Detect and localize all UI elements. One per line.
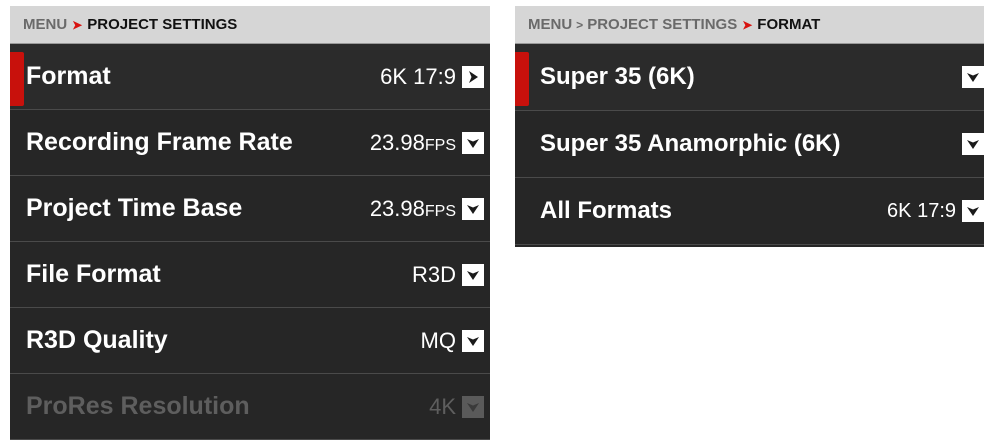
project-settings-panel: MENU ➤ PROJECT SETTINGS Format 6K 17:9 R…	[10, 6, 490, 440]
menu-item-label: R3D Quality	[26, 326, 168, 354]
breadcrumb-current: FORMAT	[757, 16, 821, 33]
chevron-down-icon[interactable]	[462, 197, 484, 220]
format-item-label: All Formats	[540, 197, 673, 224]
breadcrumb-project-settings[interactable]: PROJECT SETTINGS	[587, 16, 737, 33]
selection-marker	[515, 52, 529, 106]
menu-item-label: ProRes Resolution	[26, 392, 250, 420]
format-item-super35-6k[interactable]: Super 35 (6K)	[515, 44, 984, 111]
menu-item-value: R3D	[411, 261, 456, 287]
breadcrumb-separator-icon: ➤	[742, 17, 753, 32]
selection-marker	[10, 52, 24, 106]
menu-item-recording-frame-rate[interactable]: Recording Frame Rate 23.98FPS	[10, 110, 490, 176]
format-item-all-formats[interactable]: All Formats 6K 17:9	[515, 178, 984, 245]
breadcrumb-menu[interactable]: MENU	[528, 16, 572, 33]
format-item-label: Super 35 (6K)	[540, 63, 695, 90]
menu-item-prores-resolution: ProRes Resolution 4K	[10, 374, 490, 440]
chevron-right-icon[interactable]	[462, 65, 484, 88]
format-item-value: 6K 17:9	[887, 199, 956, 222]
breadcrumb-separator-icon: >	[576, 17, 584, 32]
menu-item-value: 6K 17:9	[380, 63, 456, 89]
format-panel: MENU > PROJECT SETTINGS ➤ FORMAT Super 3…	[515, 6, 984, 247]
chevron-down-icon[interactable]	[962, 200, 984, 222]
menu-item-r3d-quality[interactable]: R3D Quality MQ	[10, 308, 490, 374]
menu-item-format[interactable]: Format 6K 17:9	[10, 44, 490, 110]
menu-item-value: 4K	[429, 393, 456, 419]
menu-item-label: Recording Frame Rate	[26, 128, 293, 156]
format-item-label: Super 35 Anamorphic (6K)	[540, 130, 841, 157]
chevron-down-icon[interactable]	[462, 131, 484, 154]
menu-item-value: MQ	[420, 327, 456, 353]
menu-item-label: Format	[26, 62, 111, 90]
format-item-super35-anamorphic[interactable]: Super 35 Anamorphic (6K)	[515, 111, 984, 178]
menu-item-project-time-base[interactable]: Project Time Base 23.98FPS	[10, 176, 490, 242]
breadcrumb-menu[interactable]: MENU	[23, 16, 67, 33]
chevron-down-icon[interactable]	[462, 263, 484, 286]
chevron-down-icon[interactable]	[462, 329, 484, 352]
breadcrumb-current: PROJECT SETTINGS	[87, 16, 238, 33]
chevron-down-icon[interactable]	[962, 66, 984, 88]
breadcrumb-separator-icon: ➤	[72, 17, 83, 32]
menu-item-label: File Format	[26, 260, 161, 288]
breadcrumb: MENU ➤ PROJECT SETTINGS	[10, 6, 490, 44]
menu-item-file-format[interactable]: File Format R3D	[10, 242, 490, 308]
chevron-down-icon	[462, 395, 484, 418]
menu-item-value: 23.98FPS	[369, 129, 456, 155]
chevron-down-icon[interactable]	[962, 133, 984, 155]
menu-item-value: 23.98FPS	[369, 195, 456, 221]
menu-item-label: Project Time Base	[26, 194, 243, 222]
breadcrumb: MENU > PROJECT SETTINGS ➤ FORMAT	[515, 6, 984, 44]
